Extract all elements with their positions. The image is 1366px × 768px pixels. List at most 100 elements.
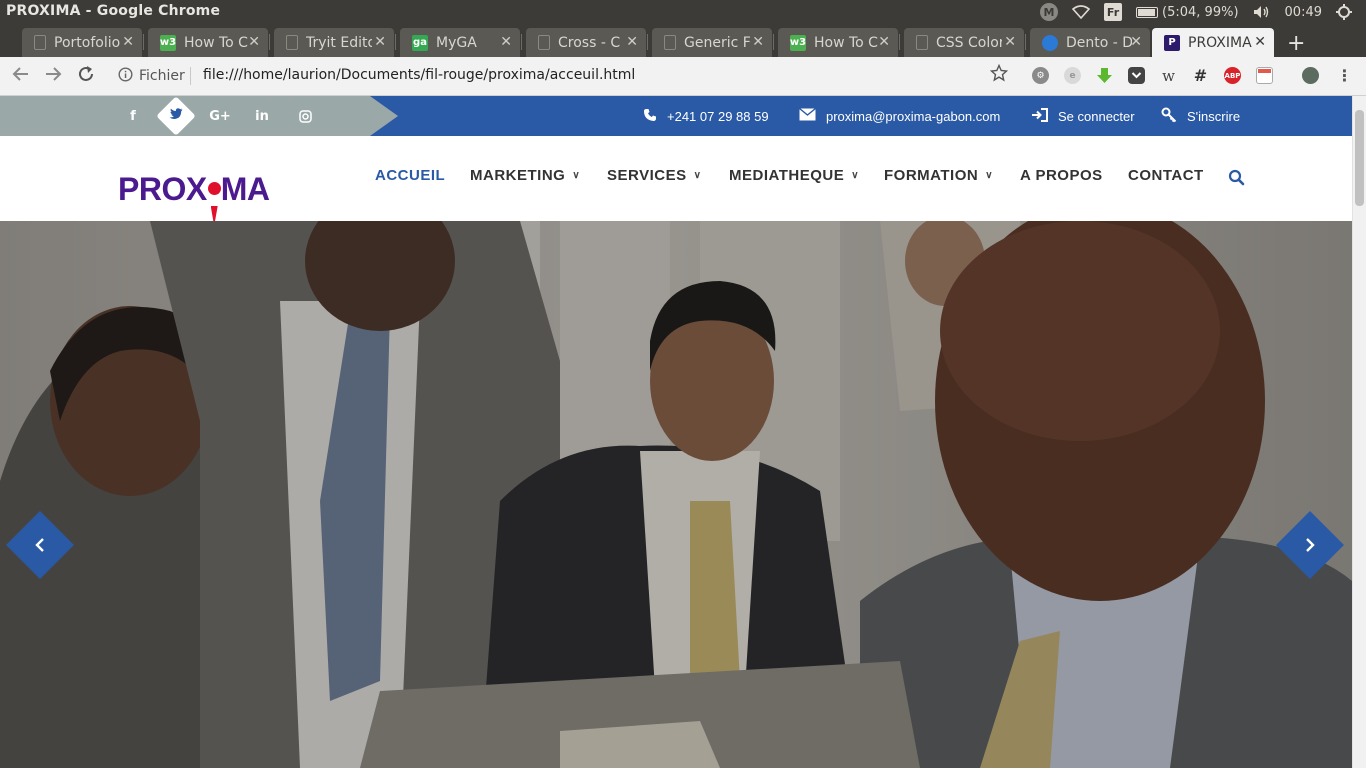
- instagram-icon[interactable]: [297, 96, 313, 136]
- battery-status: (5:04, 99%): [1162, 4, 1239, 20]
- email-contact[interactable]: proxima@proxima-gabon.com: [799, 96, 1000, 136]
- nav-accueil[interactable]: ACCUEIL: [375, 167, 445, 184]
- phone-contact[interactable]: +241 07 29 88 59: [643, 96, 769, 136]
- bookmark-star-icon[interactable]: [989, 63, 1009, 87]
- tab-separator: [143, 34, 144, 50]
- session-gear-icon[interactable]: [1336, 4, 1352, 20]
- tab-separator: [1025, 34, 1026, 50]
- nav-a-propos[interactable]: A PROPOS: [1020, 167, 1103, 184]
- tab-close-icon[interactable]: ✕: [752, 34, 764, 50]
- calendar-extension-icon[interactable]: [1256, 67, 1273, 84]
- url-text[interactable]: file:///home/laurion/Documents/fil-rouge…: [203, 67, 635, 83]
- browser-tab[interactable]: Tryit Editor✕: [274, 28, 394, 57]
- new-tab-button[interactable]: +: [1287, 31, 1305, 56]
- site-top-bar: f G+ in +241 07 29 88 59 proxima@proxima…: [0, 96, 1352, 136]
- nav-formation[interactable]: FORMATION ∨: [884, 167, 993, 184]
- browser-tab[interactable]: w3 How To C ✕: [148, 28, 268, 57]
- browser-tab[interactable]: Dento - D ✕: [1030, 28, 1150, 57]
- tab-title: PROXIMA: [1188, 34, 1252, 51]
- wikipedia-icon[interactable]: w: [1160, 67, 1177, 85]
- search-icon[interactable]: [1228, 169, 1245, 186]
- adblock-plus-icon[interactable]: ABP: [1224, 67, 1241, 84]
- phone-icon: [643, 108, 657, 125]
- hashtag-icon[interactable]: #: [1192, 66, 1209, 85]
- facebook-icon[interactable]: f: [126, 96, 140, 136]
- extension-edge-icon[interactable]: e: [1064, 67, 1081, 84]
- twitter-icon[interactable]: [156, 96, 196, 136]
- tab-separator: [521, 34, 522, 50]
- tab-close-icon[interactable]: ✕: [122, 34, 134, 50]
- linkedin-icon[interactable]: in: [252, 96, 272, 136]
- browser-tab[interactable]: Cross - C ✕: [526, 28, 646, 57]
- tab-separator: [269, 34, 270, 50]
- tab-title: MyGA: [436, 34, 477, 51]
- register-label: S'inscrire: [1187, 108, 1241, 124]
- slider-prev-button[interactable]: [6, 511, 74, 579]
- chevron-down-icon: ∨: [985, 170, 994, 181]
- tab-title: How To C: [814, 34, 878, 51]
- social-links: f G+ in: [0, 96, 370, 136]
- page-icon: [34, 35, 46, 50]
- tab-close-icon[interactable]: ✕: [878, 34, 890, 50]
- browser-toolbar: Fichier file:///home/laurion/Documents/f…: [0, 57, 1366, 96]
- nav-services[interactable]: SERVICES ∨: [607, 167, 701, 184]
- social-bar-arrow: [370, 96, 398, 136]
- chevron-down-icon: ∨: [572, 170, 581, 181]
- back-button[interactable]: [12, 65, 30, 88]
- browser-tab[interactable]: CSS Colors✕: [904, 28, 1024, 57]
- page-scrollbar[interactable]: [1352, 96, 1366, 768]
- scrollbar-thumb[interactable]: [1355, 110, 1364, 206]
- google-plus-icon[interactable]: G+: [208, 96, 232, 136]
- tab-separator: [899, 34, 900, 50]
- proxima-logo[interactable]: PROX MA: [118, 171, 270, 222]
- chevron-down-icon: ∨: [693, 170, 702, 181]
- phone-number: +241 07 29 88 59: [667, 108, 769, 124]
- forward-button[interactable]: [44, 65, 62, 88]
- clock[interactable]: 00:49: [1285, 5, 1322, 20]
- wifi-icon[interactable]: [1072, 5, 1091, 19]
- reload-button[interactable]: [77, 65, 95, 88]
- nav-contact[interactable]: CONTACT: [1128, 167, 1204, 184]
- os-top-bar: PROXIMA - Google Chrome M Fr (5:04, 99%)…: [0, 0, 1366, 24]
- mail-indicator-icon[interactable]: M: [1040, 3, 1059, 21]
- browser-tab-strip: Portofolio✕w3How To C✕Tryit Editor✕gaMyG…: [0, 24, 1366, 57]
- hero-overlay: [0, 221, 1352, 768]
- login-link[interactable]: Se connecter: [1032, 96, 1135, 136]
- slider-next-button[interactable]: [1276, 511, 1344, 579]
- browser-tab[interactable]: Generic F ✕: [652, 28, 772, 57]
- browser-tab[interactable]: ga MyGA ✕: [400, 28, 520, 57]
- tab-close-icon[interactable]: ✕: [1130, 34, 1142, 50]
- login-label: Se connecter: [1058, 108, 1135, 124]
- tab-close-icon[interactable]: ✕: [500, 34, 512, 50]
- chrome-menu-icon[interactable]: ⋮: [1336, 66, 1353, 85]
- chevron-left-icon: [16, 521, 64, 569]
- register-link[interactable]: S'inscrire: [1161, 96, 1240, 136]
- nav-mediatheque[interactable]: MEDIATHEQUE ∨: [729, 167, 859, 184]
- window-title: PROXIMA - Google Chrome: [6, 3, 221, 19]
- site-info-icon[interactable]: Fichier: [118, 67, 185, 84]
- tab-close-icon[interactable]: ✕: [1254, 34, 1266, 50]
- keyboard-layout-indicator[interactable]: Fr: [1104, 3, 1123, 21]
- tab-close-icon[interactable]: ✕: [626, 34, 638, 50]
- tab-close-icon[interactable]: ✕: [374, 34, 386, 50]
- tab-close-icon[interactable]: ✕: [248, 34, 260, 50]
- battery-indicator[interactable]: (5:04, 99%): [1136, 5, 1239, 20]
- profile-avatar[interactable]: [1302, 67, 1319, 84]
- browser-tab[interactable]: P PROXIMA ✕: [1152, 28, 1274, 57]
- tab-separator: [773, 34, 774, 50]
- download-extension-icon[interactable]: [1096, 67, 1113, 84]
- leaf-icon: [538, 35, 550, 50]
- ga-icon: ga: [412, 34, 428, 51]
- volume-icon[interactable]: [1253, 5, 1271, 19]
- nav-marketing[interactable]: MARKETING ∨: [470, 167, 580, 184]
- browser-tab[interactable]: w3 How To C ✕: [778, 28, 898, 57]
- tab-title: Dento - D: [1066, 34, 1132, 51]
- logo-text-right: MA: [220, 171, 270, 207]
- w3-icon: w3: [790, 34, 806, 51]
- tab-close-icon[interactable]: ✕: [1004, 34, 1016, 50]
- pocket-icon[interactable]: [1128, 67, 1145, 84]
- tooth-icon: [1042, 34, 1058, 51]
- extension-settings-icon[interactable]: ⚙: [1032, 67, 1049, 84]
- browser-tab[interactable]: Portofolio ✕: [22, 28, 142, 57]
- sign-in-icon: [1032, 107, 1048, 125]
